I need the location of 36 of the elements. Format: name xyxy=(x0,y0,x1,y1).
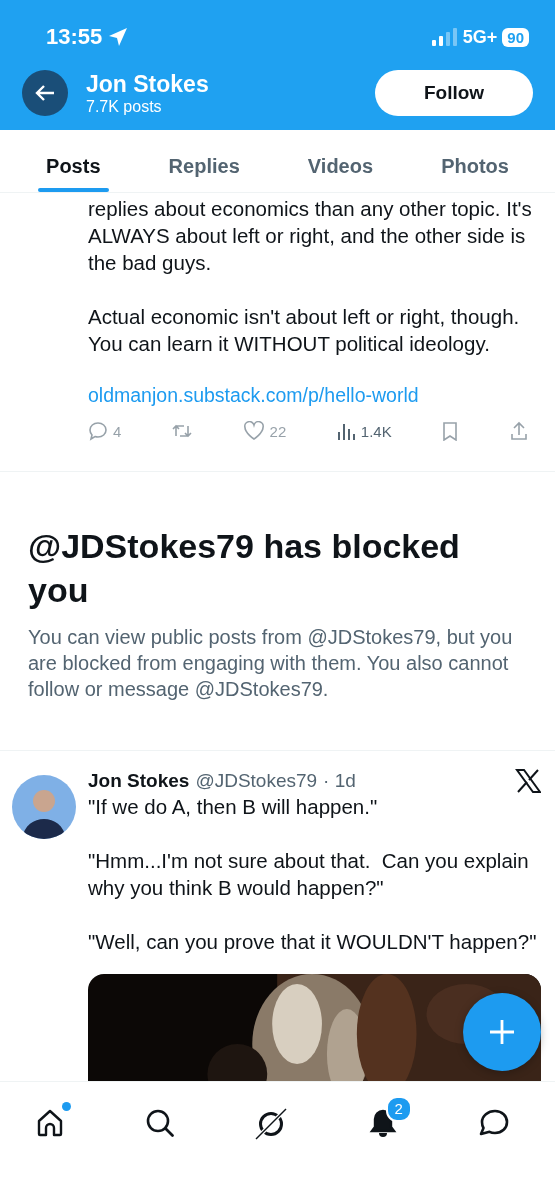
blocked-title: @JDStokes79 has blocked you xyxy=(28,526,461,611)
notification-badge: 2 xyxy=(385,1096,412,1122)
posts-count: 7.7K posts xyxy=(86,97,163,116)
post-text: "Hmm...I'm not sure about that. Can you explain why you think B would happen?" xyxy=(88,848,530,901)
views-action[interactable]: 1.4K xyxy=(335,422,392,440)
location-arrow-icon xyxy=(108,27,129,47)
network-label: 5G+ xyxy=(462,26,498,48)
back-arrow-icon xyxy=(34,83,56,103)
bookmark-icon xyxy=(441,421,460,441)
slashed-circle-icon xyxy=(255,1108,288,1140)
blocked-message: You can view public posts from @JDStokes79, but you are blocked from engaging with them. You also cannot follow or message @JDStokes79. xyxy=(28,625,514,702)
post-text: replies about economics than any other topic. It's ALWAYS about left or right, and the other side is the bad guys. xyxy=(88,196,533,276)
views-icon xyxy=(335,422,356,440)
x-logo-icon xyxy=(515,769,541,793)
search-icon xyxy=(145,1108,176,1138)
heart-icon xyxy=(242,421,265,441)
profile-tab[interactable]: Photos xyxy=(433,130,517,192)
follow-button[interactable]: Follow xyxy=(375,70,533,116)
profile-name: Jon Stokes xyxy=(86,70,210,98)
reply-icon xyxy=(88,421,108,441)
signal-icon xyxy=(431,28,458,46)
author-handle[interactable]: @JDStokes79 xyxy=(195,770,318,792)
plus-icon xyxy=(487,1017,517,1047)
chat-bubble-icon xyxy=(477,1108,510,1138)
share-icon xyxy=(508,421,529,441)
profile-tab[interactable]: Replies xyxy=(160,130,248,192)
post-time: · 1d xyxy=(323,770,356,792)
profile-tab[interactable]: Posts xyxy=(38,130,109,192)
back-button[interactable] xyxy=(22,70,68,116)
battery-indicator: 90 xyxy=(502,27,529,47)
author-name[interactable]: Jon Stokes xyxy=(88,770,190,792)
post-text: "Well, can you prove that it WOULDN'T happen?" xyxy=(88,929,538,955)
status-time: 13:55 xyxy=(46,24,103,50)
post-text: Actual economic isn't about left or right, though. You can learn it WITHOUT political ideology. xyxy=(88,304,521,357)
post-text: "If we do A, then B will happen." xyxy=(88,794,379,820)
profile-tab[interactable]: Videos xyxy=(299,130,382,192)
